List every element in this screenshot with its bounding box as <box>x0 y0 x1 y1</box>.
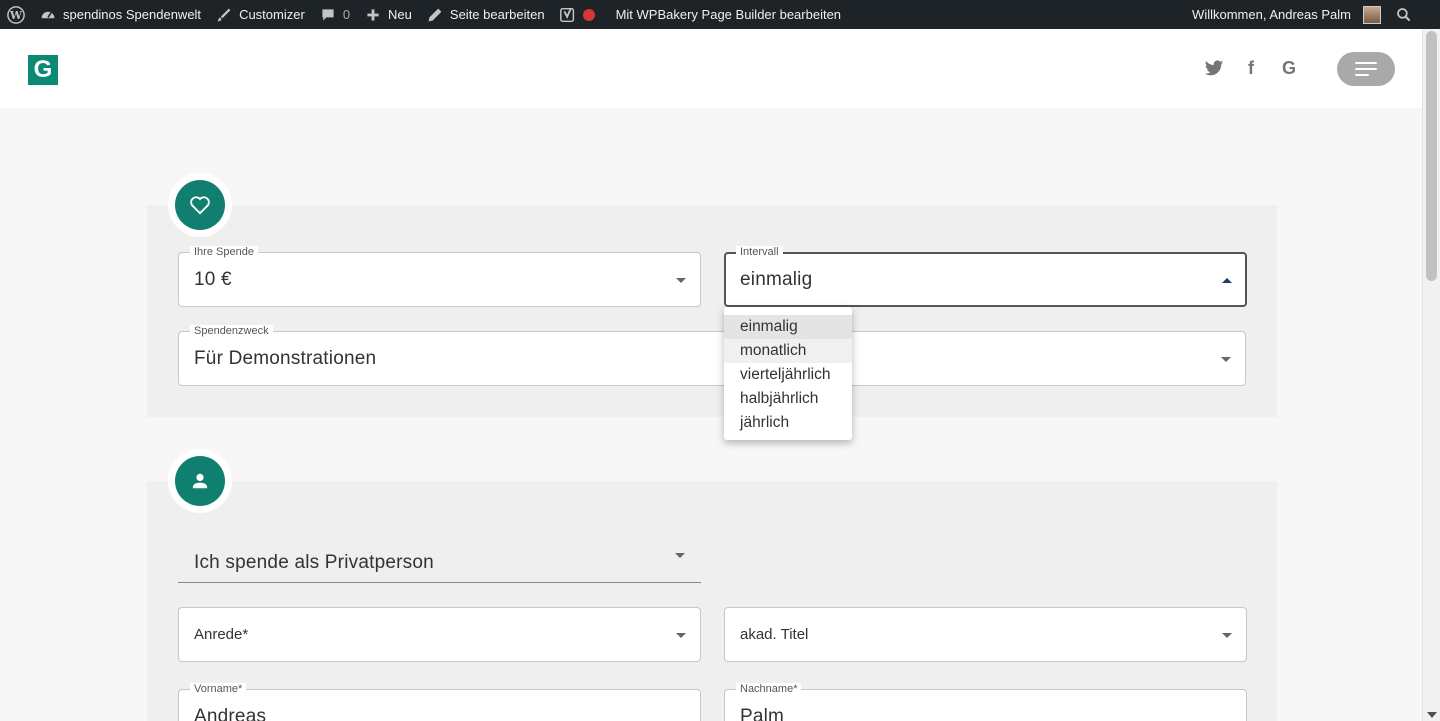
purpose-value: Für Demonstrationen <box>194 348 377 369</box>
interval-option[interactable]: halbjährlich <box>724 387 852 411</box>
chevron-down-icon <box>1222 633 1232 638</box>
seo-status-dot <box>582 8 595 21</box>
lastname-field[interactable]: Nachname* Palm <box>724 683 1247 721</box>
person-icon <box>192 473 208 489</box>
amount-label: Ihre Spende <box>190 246 258 259</box>
new-label: Neu <box>388 7 412 22</box>
site-name-menu[interactable]: spendinos Spendenwelt <box>32 0 208 29</box>
yoast-seo-menu[interactable] <box>552 0 602 29</box>
purpose-label: Spendenzweck <box>190 325 273 338</box>
dashboard-icon <box>39 6 57 24</box>
wp-logo-menu[interactable]: W <box>0 0 32 29</box>
interval-option[interactable]: monatlich <box>724 339 852 363</box>
lastname-value: Palm <box>740 706 785 721</box>
lastname-label: Nachname* <box>736 683 802 696</box>
chevron-down-icon <box>676 633 686 638</box>
person-badge <box>168 449 232 513</box>
search-icon <box>1395 6 1413 24</box>
comments-count: 0 <box>342 7 351 22</box>
interval-label: Intervall <box>736 246 783 259</box>
firstname-value: Andreas <box>194 706 267 721</box>
scroll-thumb[interactable] <box>1426 31 1437 281</box>
heart-icon <box>190 196 210 215</box>
twitter-icon[interactable] <box>1203 57 1225 79</box>
edit-page-label: Seite bearbeiten <box>449 7 545 22</box>
svg-text:W: W <box>9 9 23 22</box>
chevron-up-icon <box>1222 278 1232 283</box>
page-scrollbar[interactable] <box>1422 29 1440 721</box>
facebook-icon[interactable]: f <box>1240 57 1262 79</box>
welcome-text: Willkommen, Andreas Palm <box>1192 7 1351 22</box>
interval-select[interactable]: Intervall einmalig <box>724 246 1247 307</box>
google-icon[interactable]: G <box>1278 57 1300 79</box>
salutation-placeholder: Anrede* <box>194 626 249 643</box>
interval-option[interactable]: jährlich <box>724 411 852 435</box>
academic-title-select[interactable]: akad. Titel <box>724 607 1247 662</box>
customizer-label: Customizer <box>239 7 305 22</box>
chevron-down-icon <box>675 553 685 558</box>
firstname-label: Vorname* <box>190 683 247 696</box>
site-header: G f G <box>0 29 1422 108</box>
brush-icon <box>215 6 233 24</box>
scroll-down-arrow-icon[interactable] <box>1427 712 1437 718</box>
salutation-select[interactable]: Anrede* <box>178 607 701 662</box>
donor-type-value: Ich spende als Privatperson <box>194 552 434 573</box>
menu-toggle-button[interactable] <box>1337 52 1395 86</box>
interval-dropdown: einmalig monatlich vierteljährlich halbj… <box>724 307 852 440</box>
pencil-icon <box>426 6 444 24</box>
chevron-down-icon <box>676 278 686 283</box>
customizer-link[interactable]: Customizer <box>208 0 312 29</box>
interval-option[interactable]: einmalig <box>724 315 852 339</box>
site-name: spendinos Spendenwelt <box>63 7 202 22</box>
wordpress-icon: W <box>7 5 25 24</box>
donation-badge <box>168 173 232 237</box>
account-menu[interactable]: Willkommen, Andreas Palm <box>1185 0 1388 29</box>
interval-value: einmalig <box>740 269 813 290</box>
new-content-menu[interactable]: Neu <box>357 0 419 29</box>
wpbakery-link[interactable]: Mit WPBakery Page Builder bearbeiten <box>602 0 848 29</box>
purpose-select[interactable]: Spendenzweck Für Demonstrationen <box>178 325 1246 386</box>
avatar <box>1363 5 1381 24</box>
wp-admin-bar: W spendinos Spendenwelt Customizer 0 Neu… <box>0 0 1440 29</box>
edit-page-link[interactable]: Seite bearbeiten <box>419 0 552 29</box>
wpbakery-label: Mit WPBakery Page Builder bearbeiten <box>615 7 842 22</box>
amount-select[interactable]: Ihre Spende 10 € <box>178 246 701 307</box>
site-logo[interactable]: G <box>28 55 58 85</box>
academic-title-placeholder: akad. Titel <box>740 626 809 643</box>
hamburger-icon <box>1355 62 1377 64</box>
firstname-field[interactable]: Vorname* Andreas <box>178 683 701 721</box>
admin-search[interactable] <box>1388 0 1420 29</box>
donor-type-select[interactable]: Ich spende als Privatperson <box>178 540 701 583</box>
interval-option[interactable]: vierteljährlich <box>724 363 852 387</box>
plus-icon <box>364 6 382 24</box>
amount-value: 10 € <box>194 269 232 290</box>
person-section <box>147 481 1277 721</box>
chevron-down-icon <box>1221 357 1231 362</box>
comments-link[interactable]: 0 <box>312 0 357 29</box>
yoast-icon <box>559 6 577 24</box>
comment-icon <box>319 6 337 24</box>
